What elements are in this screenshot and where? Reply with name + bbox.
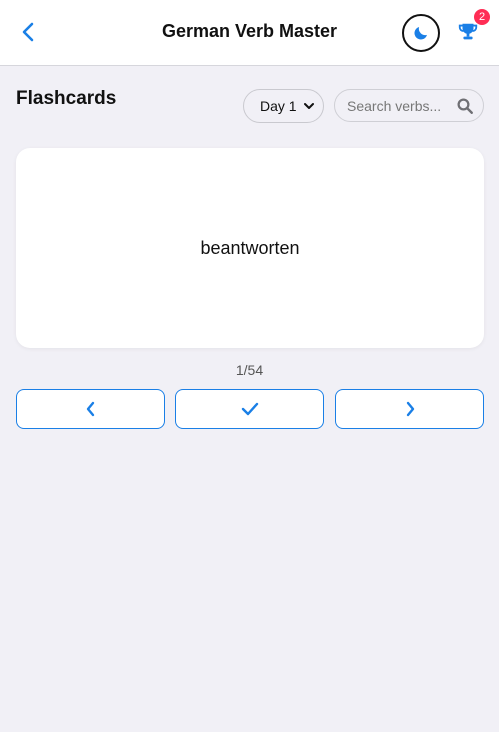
chevron-right-icon xyxy=(406,401,414,417)
app-root: German Verb Master 2 Flashcards Day 1 Se… xyxy=(0,0,499,732)
chevron-down-icon xyxy=(304,103,314,109)
previous-card-button[interactable] xyxy=(16,389,165,429)
flashcard-word: beantworten xyxy=(200,237,300,258)
card-progress: 1/54 xyxy=(235,362,264,378)
search-icon[interactable] xyxy=(456,97,474,115)
theme-toggle-button[interactable] xyxy=(402,14,440,52)
flashcard[interactable]: beantworten xyxy=(16,148,484,348)
trophy-icon xyxy=(458,23,478,40)
search-input[interactable] xyxy=(347,97,451,114)
search-box[interactable] xyxy=(334,89,484,122)
mark-known-button[interactable] xyxy=(175,389,324,429)
check-icon xyxy=(241,402,258,416)
notification-badge: 2 xyxy=(474,9,490,25)
next-card-button[interactable] xyxy=(335,389,484,429)
section-title: Flashcards xyxy=(16,88,117,109)
day-select-value: Day 1 xyxy=(260,98,297,114)
chevron-left-icon xyxy=(86,401,94,417)
day-select[interactable]: Day 1 xyxy=(243,89,324,123)
top-bar: German Verb Master 2 xyxy=(0,0,499,66)
moon-icon xyxy=(414,27,427,40)
